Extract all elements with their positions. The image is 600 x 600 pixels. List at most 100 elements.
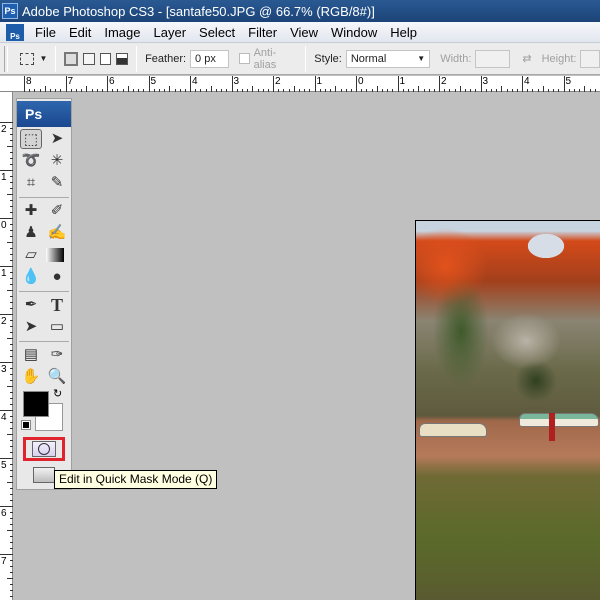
menu-edit[interactable]: Edit bbox=[64, 25, 99, 40]
ruler-tick bbox=[402, 89, 404, 92]
swap-dimensions-icon[interactable]: ⇄ bbox=[522, 52, 531, 65]
ruler-tick bbox=[10, 302, 13, 303]
feather-label: Feather: bbox=[145, 52, 187, 65]
ruler-tick bbox=[10, 212, 13, 213]
menu-image[interactable]: Image bbox=[99, 25, 148, 40]
ruler-tick bbox=[101, 89, 103, 92]
ruler-tick bbox=[496, 89, 498, 92]
ruler-tick bbox=[0, 554, 13, 555]
brush-icon[interactable]: ✐ bbox=[46, 201, 68, 221]
ruler-label: 0 bbox=[358, 76, 364, 87]
ruler-tick bbox=[70, 89, 72, 92]
zoom-icon[interactable]: 🔍 bbox=[46, 367, 68, 387]
ruler-tick bbox=[10, 200, 13, 201]
menu-help[interactable]: Help bbox=[385, 25, 425, 40]
ruler-tick bbox=[10, 254, 13, 255]
subtract-selection-icon[interactable] bbox=[99, 52, 112, 65]
ruler-tick bbox=[7, 242, 13, 243]
ruler-tick bbox=[210, 86, 212, 92]
screen-mode-icon[interactable] bbox=[33, 467, 55, 483]
ruler-tick bbox=[7, 530, 13, 531]
ruler-label: 4 bbox=[524, 76, 530, 87]
ruler-tick bbox=[44, 86, 46, 92]
dodge-icon[interactable]: ● bbox=[46, 267, 68, 287]
ruler-label: 0 bbox=[1, 220, 7, 231]
style-select[interactable]: Normal ▼ bbox=[345, 49, 431, 68]
swap-colors-icon[interactable]: ↻ bbox=[53, 387, 62, 400]
ruler-tick bbox=[423, 89, 425, 92]
ruler-tick bbox=[465, 89, 466, 92]
ruler-tick bbox=[7, 338, 13, 339]
eyedropper-icon[interactable]: ✑ bbox=[46, 345, 68, 365]
ruler-tick bbox=[506, 89, 508, 92]
document-image[interactable] bbox=[415, 220, 600, 600]
ruler-tick bbox=[350, 89, 352, 92]
feather-input[interactable]: 0 px bbox=[190, 49, 229, 68]
ruler-tick bbox=[241, 89, 243, 92]
lasso-icon[interactable]: ➰ bbox=[20, 151, 42, 171]
eraser-icon[interactable]: ▱ bbox=[20, 245, 42, 265]
vertical-ruler[interactable]: 2 1 0 1 2 3 4 5 6 7 bbox=[0, 92, 13, 600]
ruler-label: 7 bbox=[67, 76, 74, 87]
menu-layer[interactable]: Layer bbox=[149, 25, 195, 40]
width-input[interactable] bbox=[475, 49, 511, 68]
ruler-tick bbox=[169, 86, 171, 92]
blur-drop-icon[interactable]: 💧 bbox=[20, 267, 42, 287]
pen-icon[interactable]: ✒ bbox=[20, 295, 42, 315]
add-to-selection-icon[interactable] bbox=[83, 52, 95, 65]
ruler-tick bbox=[10, 494, 13, 495]
foreground-color-swatch[interactable] bbox=[23, 391, 49, 417]
options-grip[interactable] bbox=[4, 45, 8, 72]
intersect-selection-icon[interactable] bbox=[116, 52, 129, 65]
menu-view[interactable]: View bbox=[285, 25, 326, 40]
anti-alias-checkbox[interactable] bbox=[238, 53, 250, 64]
menu-select[interactable]: Select bbox=[194, 25, 243, 40]
ruler-tick bbox=[548, 89, 549, 92]
preset-dropdown-arrow-icon[interactable]: ▼ bbox=[40, 54, 48, 63]
ruler-tick bbox=[309, 89, 311, 92]
hand-icon[interactable]: ✋ bbox=[20, 367, 42, 387]
history-brush-icon[interactable]: ✍ bbox=[46, 223, 68, 243]
ruler-label: 1 bbox=[316, 76, 323, 87]
ruler-tick bbox=[10, 584, 13, 585]
rectangular-marquee-icon[interactable]: ⬚ bbox=[20, 129, 42, 149]
slice-icon[interactable]: ✎ bbox=[46, 173, 68, 193]
ruler-tick bbox=[584, 86, 586, 92]
new-selection-icon[interactable] bbox=[64, 51, 79, 66]
ruler-tick bbox=[10, 344, 13, 345]
menu-window[interactable]: Window bbox=[326, 25, 385, 40]
default-colors-icon[interactable] bbox=[21, 420, 31, 430]
rectangle-shape-icon[interactable]: ▭ bbox=[46, 317, 68, 337]
gradient-icon[interactable] bbox=[46, 248, 64, 262]
separator bbox=[305, 45, 307, 72]
separator bbox=[19, 341, 69, 342]
photoshop-doc-icon[interactable]: Ps bbox=[6, 23, 24, 41]
type-tool-icon[interactable]: T bbox=[46, 295, 68, 315]
healing-brush-icon[interactable]: ✚ bbox=[20, 201, 42, 221]
crop-icon[interactable]: ⌗ bbox=[20, 173, 42, 193]
chevron-down-icon: ▼ bbox=[417, 54, 426, 63]
ruler-tick bbox=[10, 320, 13, 321]
ruler-tick bbox=[10, 368, 13, 369]
ruler-tick bbox=[10, 536, 13, 537]
ruler-tick bbox=[216, 89, 217, 92]
marquee-preset-icon[interactable] bbox=[19, 52, 34, 65]
move-tool-icon[interactable]: ➤ bbox=[46, 129, 68, 149]
ruler-tick bbox=[361, 89, 363, 92]
magic-wand-icon[interactable]: ✳ bbox=[46, 151, 68, 171]
menu-file[interactable]: File bbox=[30, 25, 64, 40]
notes-icon[interactable]: ▤ bbox=[20, 345, 42, 365]
height-label: Height: bbox=[541, 52, 577, 65]
clone-stamp-icon[interactable]: ♟ bbox=[20, 223, 42, 243]
ruler-tick bbox=[10, 428, 13, 429]
ruler-tick bbox=[407, 89, 409, 92]
quick-mask-button[interactable] bbox=[23, 437, 65, 461]
toolbox-header[interactable]: Ps bbox=[17, 101, 71, 127]
menu-filter[interactable]: Filter bbox=[243, 25, 285, 40]
tools-panel: Ps ⬚ ➤ ➰ ✳ ⌗ ✎ ✚ ✐ ♟ ✍ ▱ 💧 ● ✒ T ➤ ▭ ▤ ✑… bbox=[16, 98, 72, 490]
height-input[interactable] bbox=[580, 49, 600, 68]
horizontal-ruler[interactable]: 8 7 6 5 4 3 2 1 0 1 2 3 4 5 bbox=[0, 76, 600, 92]
path-selection-icon[interactable]: ➤ bbox=[20, 317, 42, 337]
ruler-tick bbox=[10, 512, 13, 513]
ruler-tick bbox=[200, 89, 202, 92]
